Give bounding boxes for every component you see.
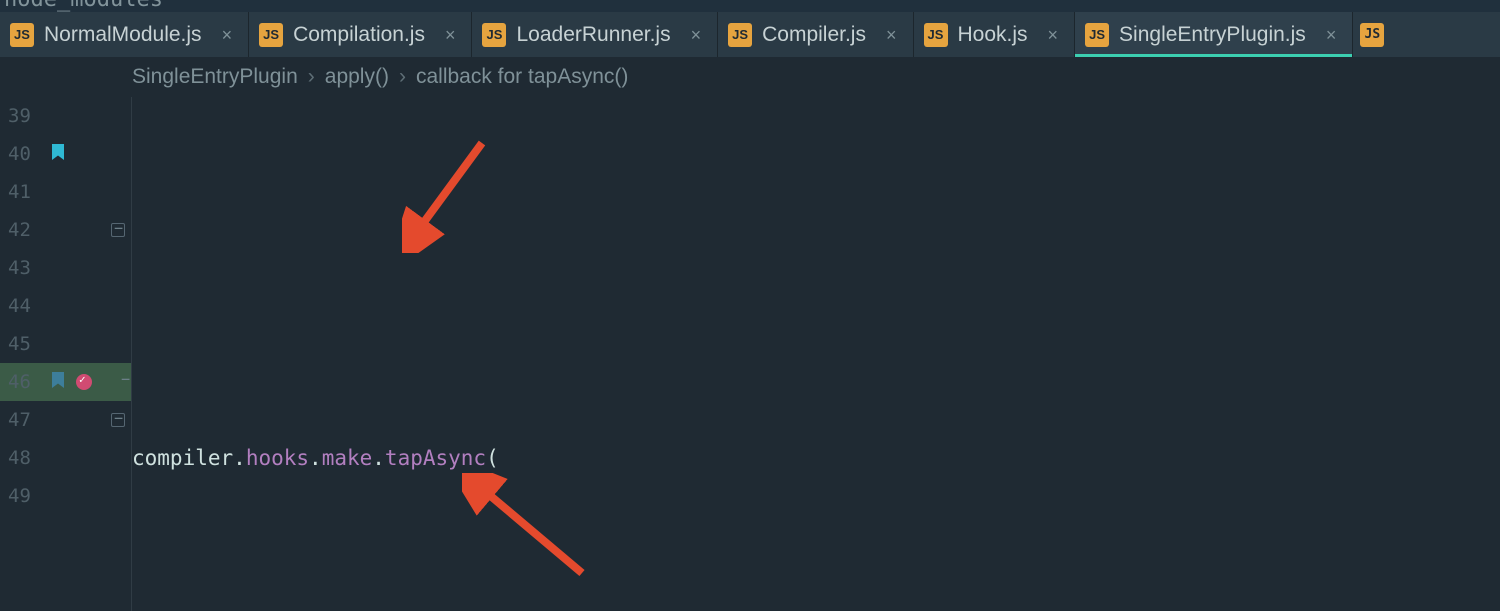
js-file-icon: JS <box>1085 23 1109 47</box>
line-number: 46 <box>8 371 42 393</box>
fold-icon[interactable] <box>111 413 125 427</box>
line-number: 40 <box>8 143 42 165</box>
tab-label: LoaderRunner.js <box>516 23 670 47</box>
tab-hook[interactable]: JS Hook.js × <box>914 12 1076 57</box>
gutter-line[interactable]: 42 <box>0 211 131 249</box>
gutter-line[interactable]: 40 <box>0 135 131 173</box>
tab-normalmodule[interactable]: JS NormalModule.js × <box>0 12 249 57</box>
code-area[interactable]: compiler.hooks.make.tapAsync( "SingleEnt… <box>132 97 1500 611</box>
bookmark-icon[interactable] <box>52 144 64 160</box>
token: ( <box>486 439 499 477</box>
crumb-callback[interactable]: callback for tapAsync() <box>416 65 628 89</box>
tab-compilation[interactable]: JS Compilation.js × <box>249 12 472 57</box>
tab-loaderrunner[interactable]: JS LoaderRunner.js × <box>472 12 718 57</box>
crumb-class[interactable]: SingleEntryPlugin <box>132 65 298 89</box>
tab-label: SingleEntryPlugin.js <box>1119 23 1306 47</box>
js-file-icon: JS <box>259 23 283 47</box>
js-file-icon: JS <box>1360 23 1384 47</box>
token: make <box>322 439 373 477</box>
token: . <box>372 439 385 477</box>
path-breadcrumb: node_modules <box>0 0 1500 12</box>
tab-singleentryplugin[interactable]: JS SingleEntryPlugin.js × <box>1075 12 1353 57</box>
token: compiler <box>132 439 233 477</box>
token: . <box>233 439 246 477</box>
close-icon[interactable]: × <box>445 26 456 44</box>
line-number: 42 <box>8 219 42 241</box>
scope-breadcrumb: SingleEntryPlugin › apply() › callback f… <box>0 57 1500 97</box>
gutter-line[interactable]: 45 <box>0 325 131 363</box>
close-icon[interactable]: × <box>222 26 233 44</box>
editor: 39 40 41 42 43 44 45 46 47 <box>0 97 1500 611</box>
close-icon[interactable]: × <box>1326 26 1337 44</box>
line-number: 47 <box>8 409 42 431</box>
gutter-line[interactable]: 41 <box>0 173 131 211</box>
tab-label: Compiler.js <box>762 23 866 47</box>
close-icon[interactable]: × <box>1048 26 1059 44</box>
tab-bar: JS NormalModule.js × JS Compilation.js ×… <box>0 12 1500 57</box>
tab-overflow[interactable]: JS <box>1353 12 1391 57</box>
gutter-line[interactable]: 43 <box>0 249 131 287</box>
js-file-icon: JS <box>482 23 506 47</box>
crumb-method[interactable]: apply() <box>325 65 389 89</box>
bookmark-icon[interactable] <box>52 372 64 388</box>
annotation-arrow <box>402 97 492 329</box>
gutter-line[interactable]: 49 <box>0 477 131 515</box>
line-number: 39 <box>8 105 42 127</box>
breakpoint-hit-icon[interactable] <box>76 374 92 390</box>
token: . <box>309 439 322 477</box>
line-number: 45 <box>8 333 42 355</box>
close-icon[interactable]: × <box>691 26 702 44</box>
gutter: 39 40 41 42 43 44 45 46 47 <box>0 97 132 611</box>
gutter-line[interactable]: 47 <box>0 401 131 439</box>
tab-label: NormalModule.js <box>44 23 202 47</box>
gutter-line[interactable]: 44 <box>0 287 131 325</box>
line-number: 49 <box>8 485 42 507</box>
annotation-arrow <box>462 397 602 611</box>
crumb-seg: node_modules <box>4 0 163 12</box>
tab-label: Hook.js <box>958 23 1028 47</box>
tab-compiler[interactable]: JS Compiler.js × <box>718 12 913 57</box>
code-line[interactable] <box>132 249 1500 287</box>
close-icon[interactable]: × <box>886 26 897 44</box>
gutter-line[interactable]: 48 <box>0 439 131 477</box>
code-line[interactable]: compiler.hooks.make.tapAsync( <box>132 439 1500 477</box>
js-file-icon: JS <box>728 23 752 47</box>
js-file-icon: JS <box>10 23 34 47</box>
chevron-right-icon: › <box>399 65 406 89</box>
line-number: 41 <box>8 181 42 203</box>
gutter-line[interactable]: 39 <box>0 97 131 135</box>
fold-icon[interactable] <box>119 375 133 389</box>
line-number: 44 <box>8 295 42 317</box>
line-number: 43 <box>8 257 42 279</box>
fold-icon[interactable] <box>111 223 125 237</box>
js-file-icon: JS <box>924 23 948 47</box>
token: tapAsync <box>385 439 486 477</box>
token: hooks <box>246 439 309 477</box>
gutter-line[interactable]: 46 <box>0 363 131 401</box>
line-number: 48 <box>8 447 42 469</box>
chevron-right-icon: › <box>308 65 315 89</box>
tab-label: Compilation.js <box>293 23 425 47</box>
